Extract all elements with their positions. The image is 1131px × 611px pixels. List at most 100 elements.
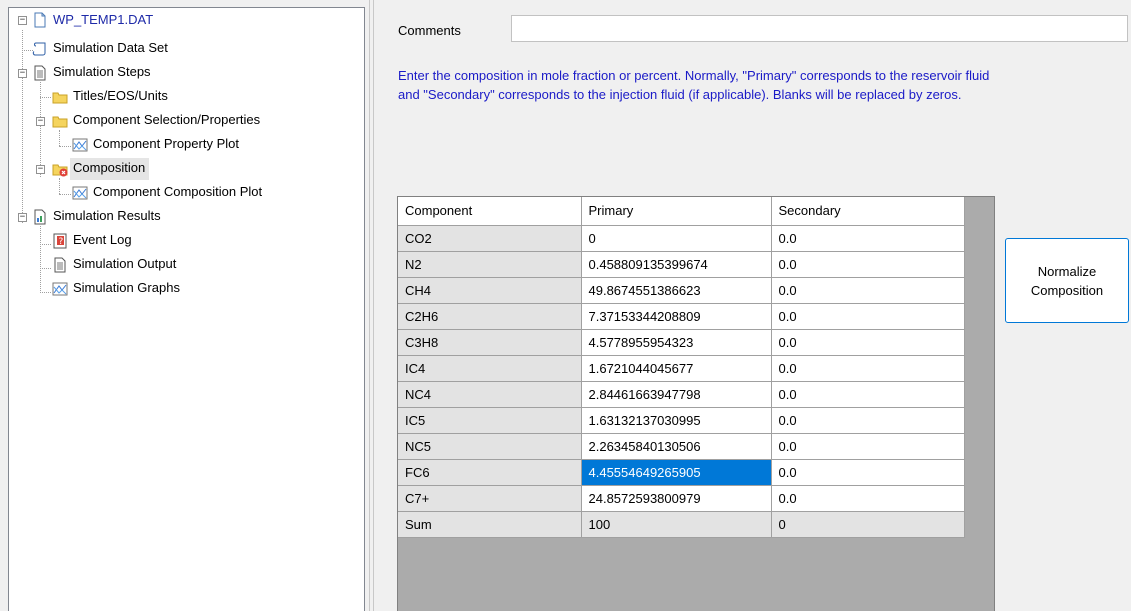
- tree-label: WP_TEMP1.DAT: [53, 12, 154, 27]
- table-row[interactable]: C2H6 7.37153344208809 0.0: [398, 303, 965, 330]
- primary-cell[interactable]: 4.5778955954323: [581, 329, 772, 356]
- tree-item-simulation-output[interactable]: Simulation Output: [70, 254, 176, 276]
- table-row[interactable]: IC5 1.63132137030995 0.0: [398, 407, 965, 434]
- column-header-primary[interactable]: Primary: [581, 197, 772, 226]
- component-cell: C7+: [398, 485, 582, 512]
- tree-label: Event Log: [73, 232, 132, 247]
- secondary-cell[interactable]: 0.0: [771, 485, 965, 512]
- composition-grid: Component Primary Secondary CO2 0 0.0 N2 0.4…: [397, 196, 995, 611]
- splitter-line: [373, 0, 374, 611]
- secondary-cell[interactable]: 0.0: [771, 381, 965, 408]
- sum-row: Sum 100 0: [398, 511, 965, 538]
- primary-cell[interactable]: 0.458809135399674: [581, 251, 772, 278]
- collapse-toggle[interactable]: −: [36, 117, 45, 126]
- secondary-cell[interactable]: 0.0: [771, 225, 965, 252]
- table-row[interactable]: N2 0.458809135399674 0.0: [398, 251, 965, 278]
- tree-connector: [59, 178, 60, 194]
- table-row[interactable]: NC5 2.26345840130506 0.0: [398, 433, 965, 460]
- column-header-secondary[interactable]: Secondary: [771, 197, 965, 226]
- primary-cell[interactable]: 49.8674551386623: [581, 277, 772, 304]
- tree-item-component-property-plot[interactable]: Component Property Plot: [90, 134, 239, 156]
- primary-cell[interactable]: 24.8572593800979: [581, 485, 772, 512]
- tree-connector: [40, 244, 51, 245]
- tree-label: Simulation Graphs: [73, 280, 180, 295]
- component-cell: FC6: [398, 459, 582, 486]
- primary-cell[interactable]: 7.37153344208809: [581, 303, 772, 330]
- comments-label: Comments: [398, 23, 461, 38]
- folder-icon: [52, 92, 68, 104]
- tree-label: Component Property Plot: [93, 136, 239, 151]
- tree-item-simulation-steps[interactable]: Simulation Steps: [50, 62, 151, 84]
- tree-item-component-selection[interactable]: Component Selection/Properties: [70, 110, 260, 132]
- button-label-line: Normalize: [1037, 263, 1097, 279]
- secondary-cell[interactable]: 0.0: [771, 251, 965, 278]
- instructions-line: Enter the composition in mole fraction o…: [398, 68, 990, 83]
- tree-item-composition[interactable]: Composition: [70, 158, 150, 180]
- tree-item-component-composition-plot[interactable]: Component Composition Plot: [90, 182, 262, 204]
- normalize-composition-button[interactable]: Normalize Composition: [1005, 238, 1129, 323]
- component-cell: NC5: [398, 433, 582, 460]
- tree-connector: [40, 268, 51, 269]
- folder-error-icon: [52, 164, 68, 177]
- primary-cell[interactable]: 4.45554649265905: [581, 459, 772, 486]
- tree-label: Simulation Output: [73, 256, 177, 271]
- tree-label: Composition: [73, 160, 146, 175]
- secondary-cell[interactable]: 0.0: [771, 303, 965, 330]
- chart-icon: [52, 282, 68, 296]
- component-cell: N2: [398, 251, 582, 278]
- column-header-component[interactable]: Component: [398, 197, 582, 226]
- navigation-tree: − WP_TEMP1.DAT Simulation Data Set − Sim…: [8, 7, 365, 611]
- collapse-toggle[interactable]: −: [18, 16, 27, 25]
- tree-item-simulation-graphs[interactable]: Simulation Graphs: [70, 278, 180, 300]
- primary-cell[interactable]: 2.26345840130506: [581, 433, 772, 460]
- component-cell: CH4: [398, 277, 582, 304]
- chart-icon: [72, 138, 88, 152]
- tree-connector: [59, 130, 60, 146]
- splitter-line: [369, 0, 370, 611]
- secondary-cell[interactable]: 0.0: [771, 407, 965, 434]
- secondary-cell[interactable]: 0.0: [771, 433, 965, 460]
- primary-cell[interactable]: 0: [581, 225, 772, 252]
- secondary-cell[interactable]: 0.0: [771, 355, 965, 382]
- sum-secondary-cell: 0: [771, 511, 965, 538]
- table-row[interactable]: C3H8 4.5778955954323 0.0: [398, 329, 965, 356]
- component-cell: IC4: [398, 355, 582, 382]
- table-row[interactable]: IC4 1.6721044045677 0.0: [398, 355, 965, 382]
- component-cell: C3H8: [398, 329, 582, 356]
- document-icon: [34, 12, 46, 28]
- tree-label: Simulation Results: [53, 208, 161, 223]
- instructions-line: and "Secondary" corresponds to the injec…: [398, 87, 962, 102]
- table-row[interactable]: NC4 2.84461663947798 0.0: [398, 381, 965, 408]
- grid-header-row: Component Primary Secondary: [398, 197, 965, 226]
- tree-label: Titles/EOS/Units: [73, 88, 168, 103]
- tree-label: Simulation Steps: [53, 64, 151, 79]
- tree-label: Component Selection/Properties: [73, 112, 261, 127]
- table-row[interactable]: CO2 0 0.0: [398, 225, 965, 252]
- tree-item-simulation-results[interactable]: Simulation Results: [50, 206, 161, 228]
- component-cell: NC4: [398, 381, 582, 408]
- secondary-cell[interactable]: 0.0: [771, 329, 965, 356]
- tree-connector: [59, 146, 71, 147]
- primary-cell[interactable]: 2.84461663947798: [581, 381, 772, 408]
- scroll-icon: [32, 42, 46, 56]
- secondary-cell[interactable]: 0.0: [771, 277, 965, 304]
- comments-input[interactable]: [511, 15, 1128, 42]
- component-cell: IC5: [398, 407, 582, 434]
- tree-item-simulation-data-set[interactable]: Simulation Data Set: [50, 38, 168, 60]
- table-row[interactable]: CH4 49.8674551386623 0.0: [398, 277, 965, 304]
- tree-connector: [40, 226, 41, 293]
- tree-item-event-log[interactable]: Event Log: [70, 230, 132, 252]
- collapse-toggle[interactable]: −: [36, 165, 45, 174]
- collapse-toggle[interactable]: −: [18, 69, 27, 78]
- primary-cell[interactable]: 1.6721044045677: [581, 355, 772, 382]
- tree-item-root[interactable]: WP_TEMP1.DAT: [50, 10, 153, 32]
- secondary-cell[interactable]: 0.0: [771, 459, 965, 486]
- collapse-toggle[interactable]: −: [18, 213, 27, 222]
- folder-icon: [52, 116, 68, 128]
- table-row[interactable]: C7+ 24.8572593800979 0.0: [398, 485, 965, 512]
- primary-cell[interactable]: 1.63132137030995: [581, 407, 772, 434]
- table-row[interactable]: FC6 4.45554649265905 0.0: [398, 459, 965, 486]
- tree-connector: [59, 194, 71, 195]
- document-icon: [54, 257, 66, 273]
- tree-item-titles-eos-units[interactable]: Titles/EOS/Units: [70, 86, 168, 108]
